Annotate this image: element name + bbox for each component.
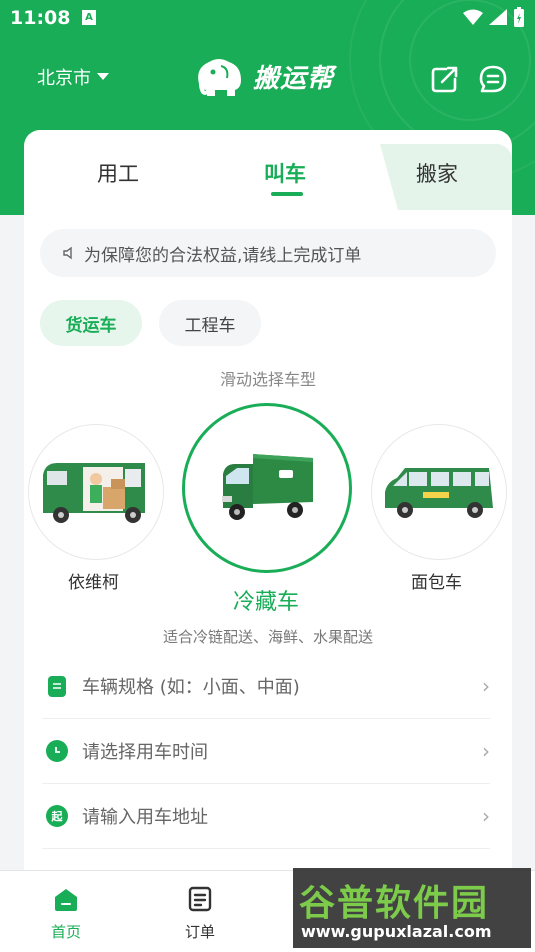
nav-home-label: 首页 [50, 923, 81, 941]
notice-banner: 为保障您的合法权益,请线上完成订单 [40, 229, 496, 277]
vehicle-minivan-label: 面包车 [411, 573, 462, 593]
vehicle-description: 适合冷链配送、海鲜、水果配送 [162, 628, 373, 646]
slide-hint: 滑动选择车型 [219, 370, 316, 389]
service-tabs: 用工 叫车 搬家 [24, 130, 512, 210]
watermark-url: www.gupuxlazal.com [301, 922, 492, 941]
vehicle-iveco-label: 依维柯 [68, 573, 119, 593]
status-time: 11:08 [10, 7, 71, 29]
vehicle-minivan[interactable] [371, 424, 507, 560]
list-icon [48, 675, 66, 697]
orders-icon [188, 886, 212, 912]
city-label: 北京市 [37, 68, 91, 89]
address-input-text: 请输入用车地址 [82, 807, 208, 828]
vehicle-refrigerated-label: 冷藏车 [233, 590, 300, 615]
notification-icon: A [82, 10, 96, 25]
chevron-right-icon: › [482, 739, 490, 763]
chevron-right-icon: › [482, 674, 490, 698]
signal-icon [489, 9, 507, 25]
chip-engineering-truck[interactable]: 工程车 [159, 300, 261, 346]
nav-home[interactable]: 首页 [26, 885, 106, 942]
vehicle-spec-text: 车辆规格 (如：小面、中面) [82, 677, 300, 698]
nav-orders-label: 订单 [184, 923, 215, 941]
active-tab-indicator [271, 192, 303, 196]
top-bar: 北京市 搬运帮 [0, 50, 535, 106]
caret-down-icon [97, 73, 109, 80]
nav-orders[interactable]: 订单 [160, 885, 240, 942]
vehicle-iveco-image [28, 424, 164, 560]
vehicle-spec-row[interactable]: 车辆规格 (如：小面、中面) › [42, 654, 490, 719]
app-logo: 搬运帮 [193, 54, 334, 98]
status-icons [463, 7, 525, 27]
vehicle-minivan-image [371, 424, 507, 560]
watermark: 谷普软件园 www.gupuxlazal.com [293, 868, 531, 948]
status-bar: 11:08 A [0, 0, 535, 36]
address-input-row[interactable]: 起 请输入用车地址 › [42, 784, 490, 849]
home-icon [55, 889, 77, 911]
tab-call-car[interactable]: 叫车 [264, 158, 306, 188]
speaker-icon [63, 246, 72, 260]
vehicle-refrigerated-image [182, 403, 352, 573]
time-select-text: 请选择用车时间 [82, 742, 208, 763]
notice-text: 为保障您的合法权益,请线上完成订单 [84, 245, 362, 266]
vehicle-refrigerated[interactable] [182, 403, 352, 573]
watermark-title: 谷普软件园 [299, 883, 490, 924]
minivan-illustration-icon [385, 468, 493, 518]
share-icon[interactable] [430, 64, 460, 94]
battery-icon [514, 7, 524, 27]
tab-moving[interactable]: 搬家 [416, 158, 458, 188]
vehicle-iveco[interactable] [28, 424, 164, 560]
chip-freight-truck[interactable]: 货运车 [40, 300, 142, 346]
tab-labor[interactable]: 用工 [97, 158, 139, 188]
start-point-icon: 起 [46, 805, 68, 827]
van-illustration-icon [43, 463, 145, 523]
elephant-logo-icon [198, 59, 241, 96]
truck-illustration-icon [222, 454, 313, 520]
chevron-right-icon: › [482, 804, 490, 828]
message-icon[interactable] [478, 64, 508, 94]
city-selector[interactable]: 北京市 [37, 64, 109, 90]
clock-icon [46, 740, 68, 762]
wifi-icon [463, 9, 483, 25]
main-card: 用工 叫车 搬家 为保障您的合法权益,请线上完成订单 货运车 工程车 滑动选择车… [24, 130, 512, 890]
logo-text: 搬运帮 [253, 63, 335, 94]
time-select-row[interactable]: 请选择用车时间 › [42, 719, 490, 784]
